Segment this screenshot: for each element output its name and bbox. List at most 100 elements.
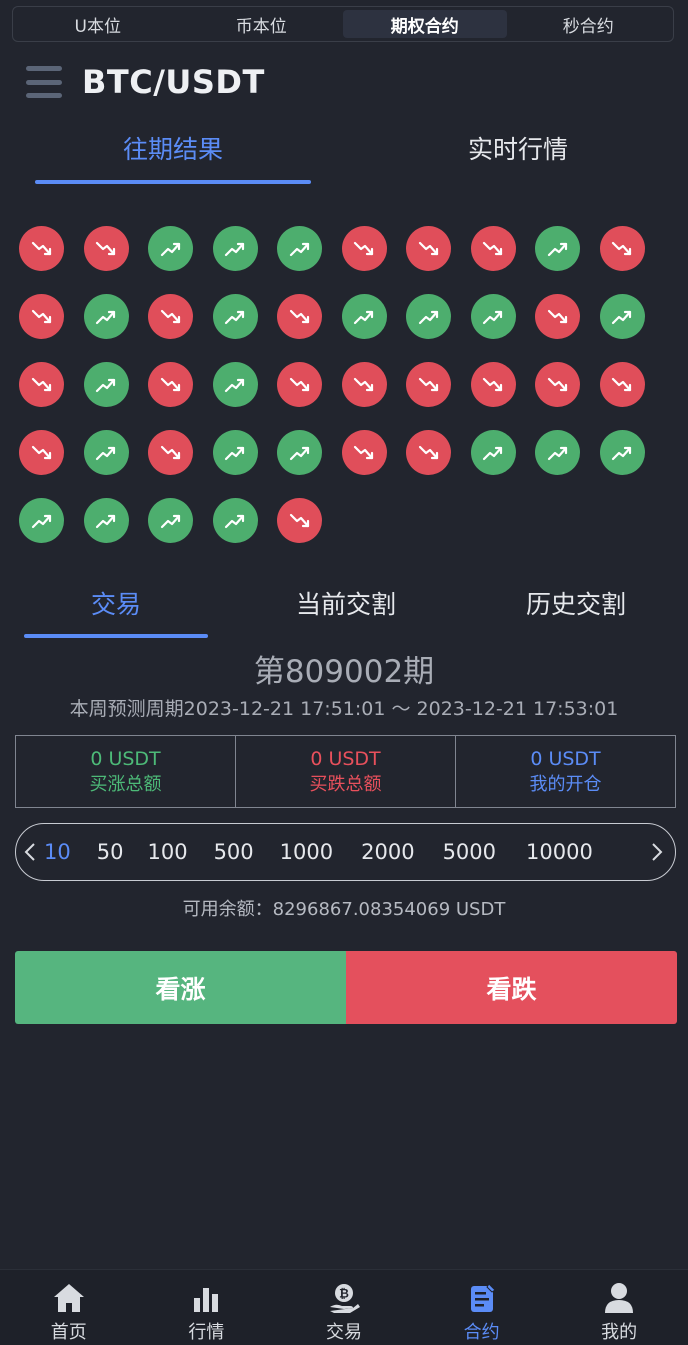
svg-text:₿: ₿ — [339, 1287, 349, 1301]
nav-mine[interactable]: 我的 — [550, 1270, 688, 1345]
result-down-dot — [535, 294, 580, 339]
trend-up-icon — [611, 446, 632, 460]
trend-up-icon — [611, 310, 632, 324]
trend-up-icon — [95, 378, 116, 392]
trend-down-icon — [95, 241, 116, 255]
nav-home[interactable]: 首页 — [0, 1270, 138, 1345]
active-tab-underline — [35, 180, 311, 184]
page-title: BTC/USDT — [82, 63, 265, 101]
result-down-dot — [148, 294, 193, 339]
trend-down-icon — [418, 241, 438, 255]
trend-up-icon — [547, 446, 567, 460]
trend-up-icon — [95, 310, 116, 324]
result-down-dot — [19, 294, 64, 339]
buy-up-label: 买涨总额 — [89, 773, 162, 795]
result-up-dot — [83, 294, 129, 339]
tab-past-results[interactable]: 往期结果 — [35, 124, 311, 176]
result-up-dot — [83, 498, 129, 543]
tab-history-delivery[interactable]: 历史交割 — [484, 580, 668, 630]
result-up-dot — [212, 498, 258, 543]
amount-option-1000[interactable]: 1000 — [280, 840, 333, 864]
view-tabs: 往期结果 实时行情 — [0, 124, 688, 186]
amount-options: 10 50 100 500 1000 2000 5000 10000 — [44, 840, 643, 864]
result-up-dot — [148, 498, 193, 543]
trend-down-icon — [482, 241, 503, 255]
result-down-dot — [148, 430, 193, 475]
trend-up-icon — [289, 446, 309, 460]
trend-down-icon — [31, 241, 51, 255]
trend-down-icon — [31, 309, 51, 323]
trend-up-icon — [224, 310, 245, 324]
result-down-dot — [406, 226, 451, 271]
tab-seconds-contract[interactable]: 秒合约 — [507, 10, 671, 38]
nav-contract[interactable]: 合约 — [413, 1270, 551, 1345]
nav-trade-label: 交易 — [325, 1322, 362, 1343]
trend-up-icon — [482, 446, 503, 460]
amount-option-500[interactable]: 500 — [214, 840, 254, 864]
result-up-dot — [83, 362, 129, 407]
result-down-dot — [83, 226, 129, 271]
trend-down-icon — [547, 309, 567, 323]
trend-down-icon — [289, 513, 309, 527]
trend-down-icon — [160, 309, 180, 323]
buy-down-button[interactable]: 看跌 — [346, 951, 677, 1024]
result-up-dot — [535, 226, 580, 271]
trend-down-icon — [418, 445, 438, 459]
trend-down-icon — [611, 377, 632, 391]
result-down-dot — [341, 362, 387, 407]
result-down-dot — [535, 362, 580, 407]
trend-down-icon — [160, 377, 180, 391]
amount-option-100[interactable]: 100 — [147, 840, 187, 864]
result-down-dot — [341, 430, 387, 475]
trend-down-icon — [611, 241, 632, 255]
tab-options-contract[interactable]: 期权合约 — [343, 10, 507, 38]
trend-up-icon — [418, 310, 438, 324]
tab-current-delivery[interactable]: 当前交割 — [254, 580, 438, 630]
result-down-dot — [19, 362, 64, 407]
result-up-dot — [212, 430, 258, 475]
amount-option-50[interactable]: 50 — [97, 840, 124, 864]
stat-buy-up: 0 USDT 买涨总额 — [16, 736, 236, 807]
trend-down-icon — [31, 445, 51, 459]
buy-down-value: 0 USDT — [310, 747, 381, 770]
result-down-dot — [341, 226, 387, 271]
chevron-right-icon[interactable] — [643, 842, 671, 862]
result-down-dot — [406, 362, 451, 407]
stat-buy-down: 0 USDT 买跌总额 — [236, 736, 456, 807]
result-down-dot — [19, 430, 64, 475]
amount-option-5000[interactable]: 5000 — [443, 840, 496, 864]
trend-down-icon — [353, 445, 374, 459]
tab-u-margined[interactable]: U本位 — [16, 10, 180, 38]
result-down-dot — [406, 430, 451, 475]
buy-up-button[interactable]: 看涨 — [15, 951, 346, 1024]
result-up-dot — [470, 294, 516, 339]
result-up-dot — [406, 294, 451, 339]
tab-realtime-market[interactable]: 实时行情 — [380, 124, 656, 176]
trend-up-icon — [31, 514, 51, 528]
buy-down-label: 买跌总额 — [309, 773, 382, 795]
chevron-left-icon[interactable] — [16, 842, 44, 862]
result-up-dot — [535, 430, 580, 475]
bottom-navigation: 首页 行情 ₿ 交易 合约 我的 — [0, 1269, 688, 1345]
tab-trade[interactable]: 交易 — [24, 580, 208, 630]
nav-market[interactable]: 行情 — [138, 1270, 276, 1345]
trend-up-icon — [160, 514, 180, 528]
amount-selector: 10 50 100 500 1000 2000 5000 10000 — [15, 823, 676, 881]
nav-trade[interactable]: ₿ 交易 — [275, 1270, 413, 1345]
amount-option-10[interactable]: 10 — [44, 840, 71, 864]
amount-option-10000[interactable]: 10000 — [526, 840, 593, 864]
result-up-dot — [599, 430, 645, 475]
tab-coin-margined[interactable]: 币本位 — [180, 10, 344, 38]
menu-icon[interactable] — [26, 66, 62, 98]
nav-market-label: 行情 — [188, 1322, 225, 1343]
my-open-label: 我的开仓 — [529, 773, 602, 795]
trend-down-icon — [353, 377, 374, 391]
trend-down-icon — [160, 445, 180, 459]
trend-down-icon — [482, 377, 503, 391]
result-down-dot — [19, 226, 64, 271]
trend-down-icon — [289, 309, 309, 323]
buy-up-value: 0 USDT — [90, 747, 161, 770]
amount-option-2000[interactable]: 2000 — [361, 840, 414, 864]
stats-table: 0 USDT 买涨总额 0 USDT 买跌总额 0 USDT 我的开仓 — [15, 735, 676, 808]
result-up-dot — [470, 430, 516, 475]
